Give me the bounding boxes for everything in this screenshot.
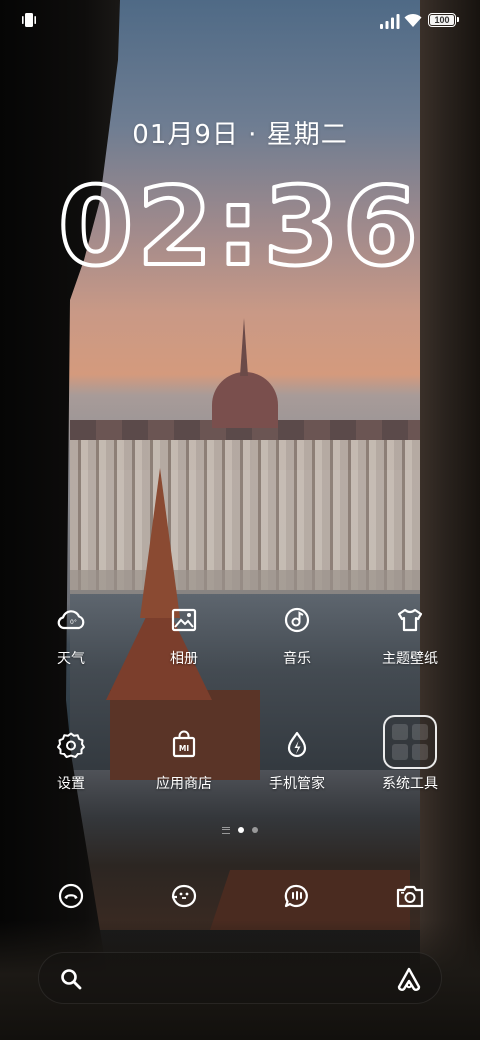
app-label: 手机管家: [269, 776, 325, 792]
app-label: 相册: [170, 651, 198, 667]
dock-messages[interactable]: [281, 880, 313, 912]
battery-icon: 100: [428, 13, 459, 27]
dock-contacts[interactable]: [168, 880, 200, 912]
mi-store-icon: MI: [168, 729, 200, 761]
phone-icon: [58, 883, 84, 909]
camera-icon: [396, 885, 424, 908]
app-themes[interactable]: 主题壁纸: [355, 604, 465, 694]
app-music[interactable]: 音乐: [242, 604, 352, 694]
security-icon: [281, 729, 313, 761]
wallpaper-right-wall: [420, 0, 480, 1040]
settings-gear-icon: [55, 729, 87, 761]
lock-date: 01月9日 · 星期二: [132, 120, 348, 150]
lock-time: 02:36: [58, 165, 422, 280]
menu-lines-icon: [222, 826, 230, 834]
signal-icon: [380, 14, 400, 29]
wallpaper-dome: [212, 372, 278, 428]
messages-icon: [284, 884, 308, 908]
app-system-tools-folder[interactable]: 系统工具: [355, 715, 465, 819]
wallpaper-parliament: [70, 440, 424, 590]
svg-text:MI: MI: [179, 744, 189, 753]
folder-icon: [383, 715, 437, 769]
lock-clock: 02:36: [56, 163, 422, 280]
contacts-bird-icon: [171, 884, 197, 908]
music-icon: [281, 604, 313, 636]
page-dot-active: [238, 827, 244, 833]
weather-cloud-icon: 0°: [55, 604, 87, 636]
wifi-icon: [404, 13, 422, 27]
gallery-icon: [168, 604, 200, 636]
app-label: 天气: [57, 651, 85, 667]
dock-camera[interactable]: [394, 880, 426, 912]
vibrate-icon: [22, 13, 36, 27]
app-label: 应用商店: [156, 776, 212, 792]
search-bar[interactable]: [38, 952, 442, 1004]
battery-level: 100: [434, 15, 450, 25]
app-label: 主题壁纸: [382, 651, 438, 667]
search-icon[interactable]: [59, 967, 83, 991]
app-weather[interactable]: 0° 天气: [16, 604, 126, 694]
app-gallery[interactable]: 相册: [129, 604, 239, 694]
svg-text:0°: 0°: [70, 619, 77, 626]
app-label: 音乐: [283, 651, 311, 667]
status-bar: 100: [0, 0, 480, 40]
wallpaper-spire: [240, 318, 248, 376]
theme-shirt-icon: [394, 604, 426, 636]
assistant-icon[interactable]: [395, 965, 423, 993]
app-label: 设置: [57, 776, 85, 792]
dock-phone[interactable]: [55, 880, 87, 912]
wallpaper-embankment: [70, 570, 424, 594]
app-label: 系统工具: [382, 776, 438, 792]
app-settings[interactable]: 设置: [16, 729, 126, 819]
page-indicator[interactable]: [0, 825, 480, 835]
page-dot: [252, 827, 258, 833]
app-security[interactable]: 手机管家: [242, 729, 352, 819]
app-store[interactable]: MI 应用商店: [129, 729, 239, 819]
